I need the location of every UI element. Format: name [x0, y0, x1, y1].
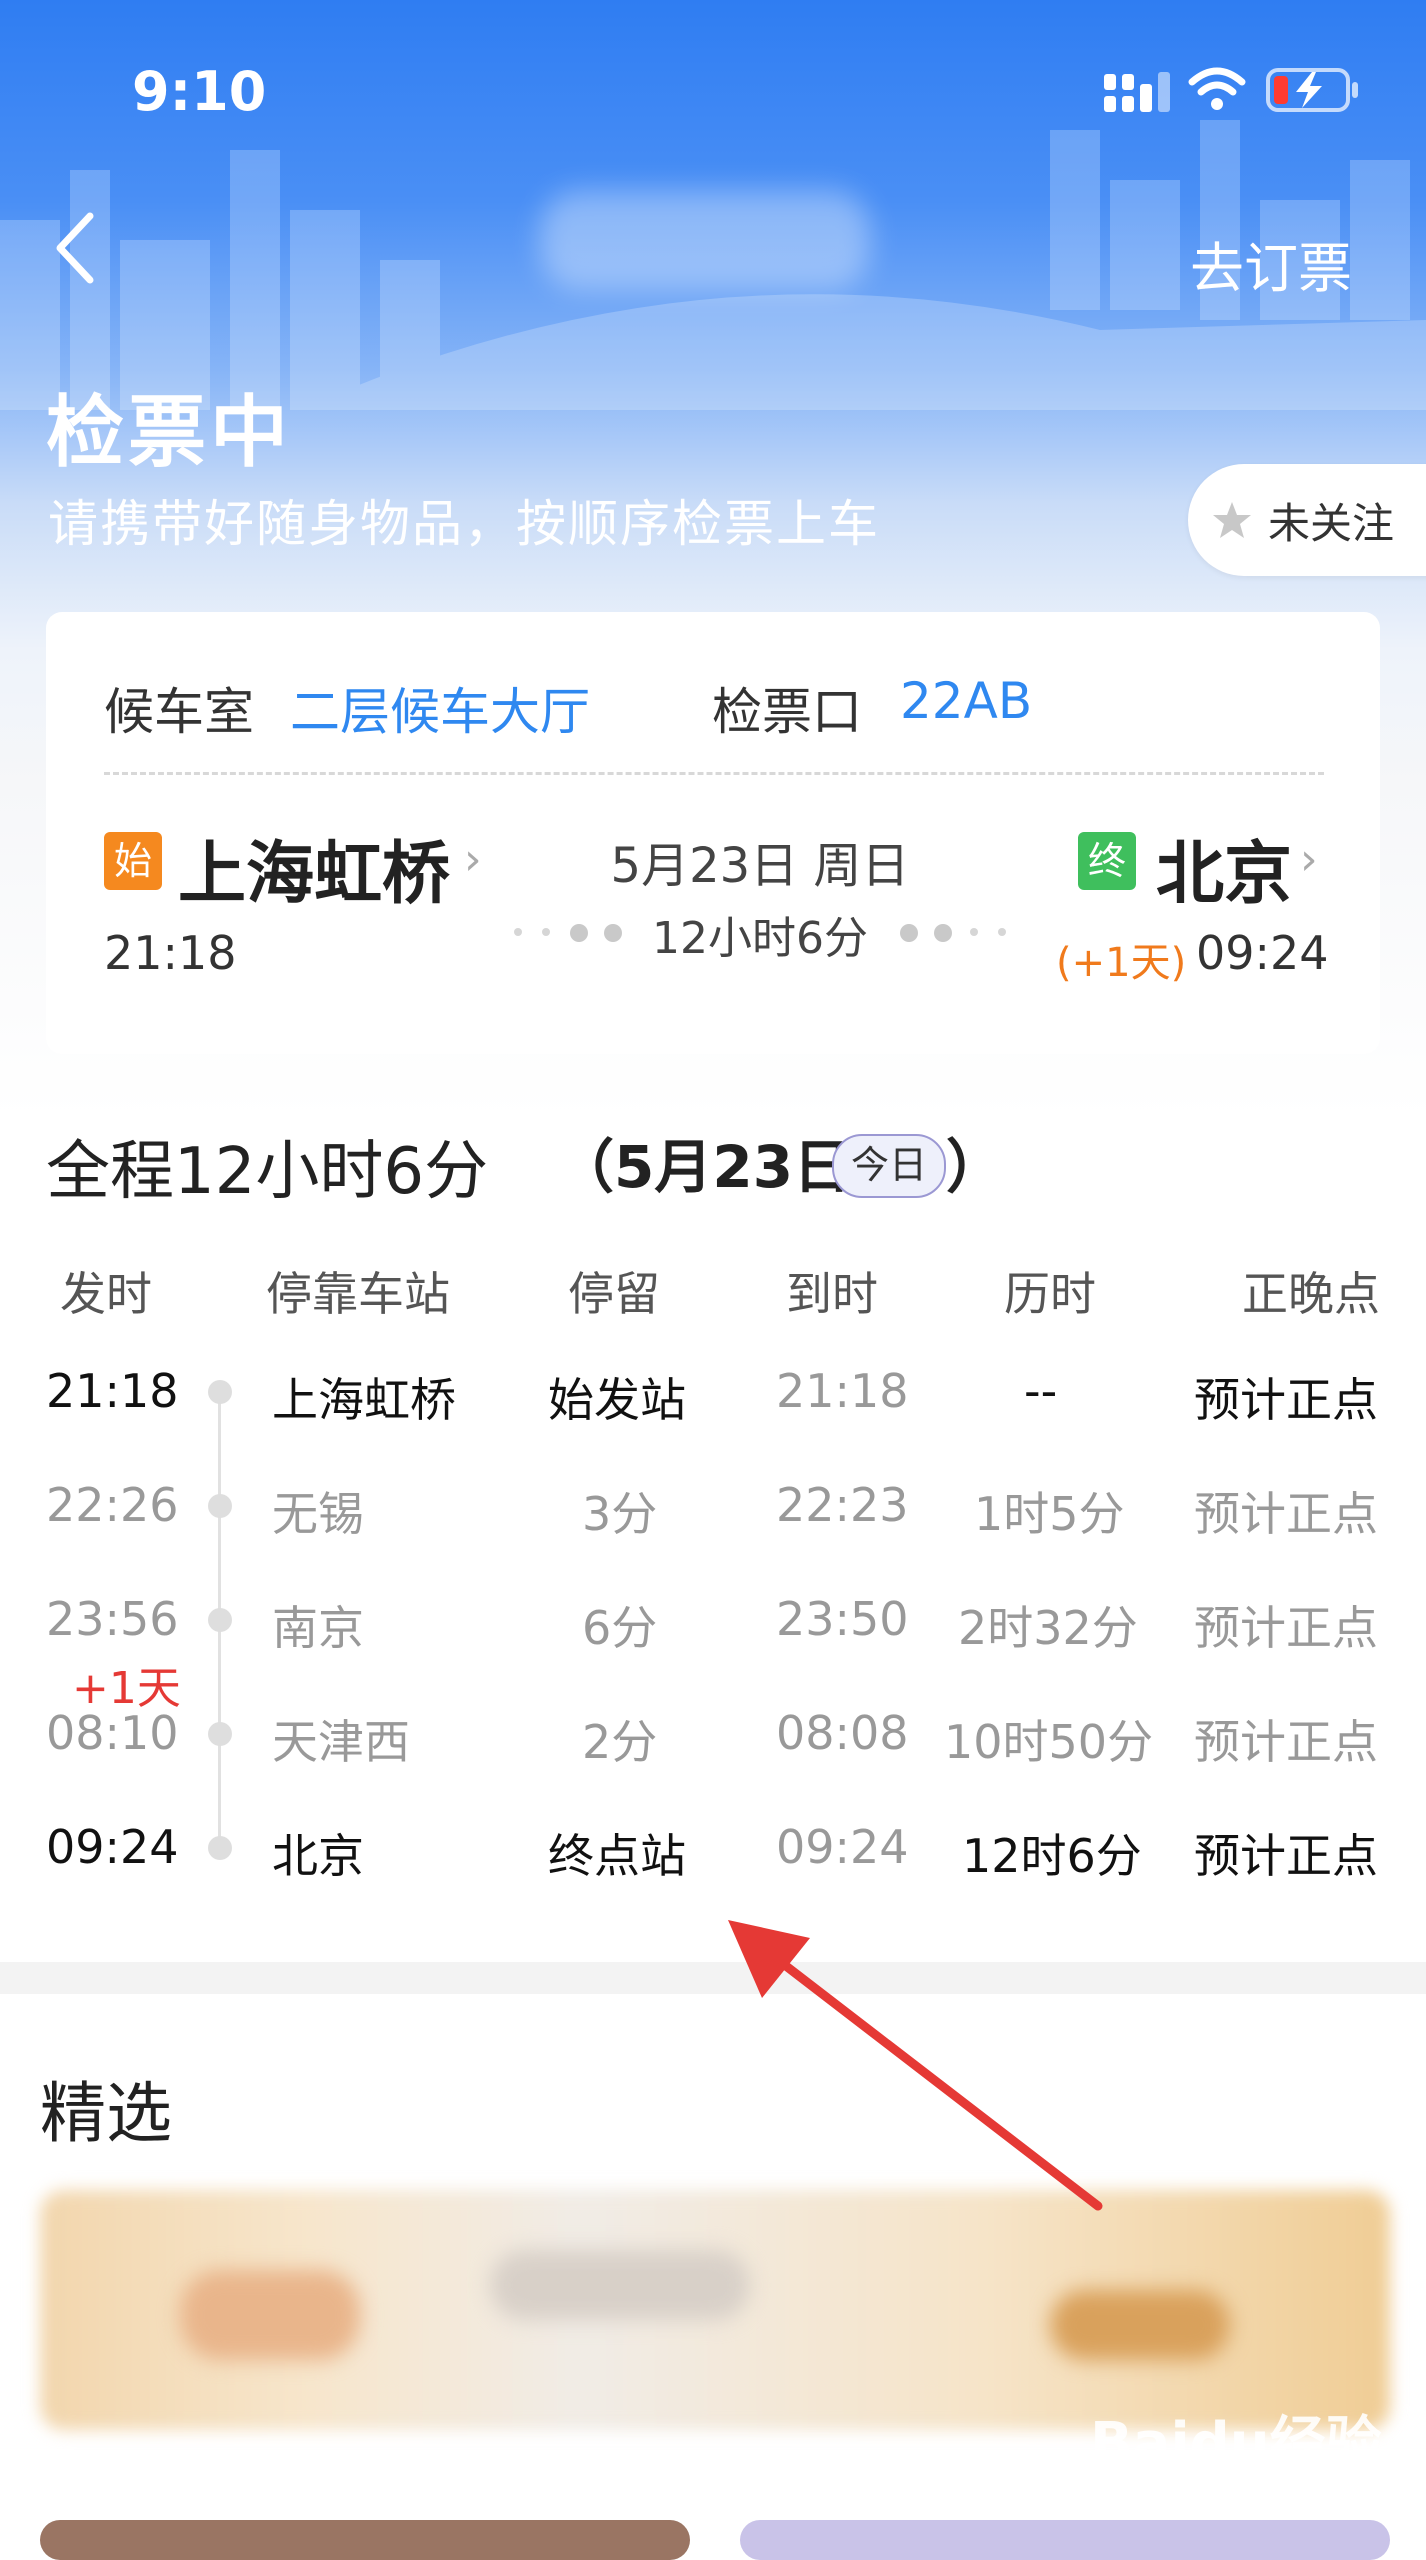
- row-punctuality: 预计正点: [1194, 1601, 1378, 1655]
- column-header-punctuality: 正晚点: [1242, 1267, 1380, 1321]
- column-header-station: 停靠车站: [266, 1267, 450, 1321]
- baidu-jingyan-watermark: Baidu经验: [1090, 2411, 1382, 2476]
- row-station-name: 上海虹桥: [272, 1373, 456, 1427]
- route-dot: [900, 924, 918, 942]
- row-arrival-time: 09:24: [776, 1820, 909, 1874]
- row-arrival-time: 23:50: [776, 1592, 909, 1646]
- row-elapsed: 12时6分: [962, 1829, 1142, 1883]
- waiting-room-value: 二层候车大厅: [290, 683, 590, 741]
- timetable-date: （5月23日: [556, 1133, 852, 1201]
- row-stop-duration: 3分: [582, 1487, 658, 1541]
- route-dot: [934, 924, 952, 942]
- column-header-elapsed: 历时: [1004, 1267, 1096, 1321]
- route-dot: [970, 928, 978, 936]
- column-header-arrival: 到时: [786, 1267, 878, 1321]
- chevron-right-icon[interactable]: ›: [464, 834, 482, 885]
- wifi-icon: [1188, 67, 1246, 110]
- follow-label: 未关注: [1268, 498, 1395, 548]
- station-dot: [208, 1722, 232, 1746]
- row-punctuality: 预计正点: [1194, 1373, 1378, 1427]
- next-day-indicator: (+1天): [1056, 940, 1187, 986]
- station-dot: [208, 1494, 232, 1518]
- waiting-room-label: 候车室: [104, 683, 254, 741]
- route-dot: [570, 924, 588, 942]
- travel-date: 5月23日 周日: [610, 838, 910, 894]
- row-departure-time: 22:26: [46, 1478, 179, 1532]
- row-stop-duration: 2分: [582, 1715, 658, 1769]
- feed-card-left[interactable]: [40, 2520, 690, 2560]
- row-departure-time: 09:24: [46, 1820, 179, 1874]
- back-chevron-icon[interactable]: [50, 210, 100, 286]
- route-dot: [542, 928, 550, 936]
- row-arrival-time: 08:08: [776, 1706, 909, 1760]
- row-station-name: 南京: [272, 1601, 364, 1655]
- book-ticket-button[interactable]: 去订票: [1190, 224, 1352, 303]
- row-punctuality: 预计正点: [1194, 1829, 1378, 1883]
- row-elapsed: 2时32分: [958, 1601, 1138, 1655]
- promo-image-blurred: [180, 2270, 360, 2360]
- row-departure-time: 21:18: [46, 1364, 179, 1418]
- from-station-name[interactable]: 上海虹桥: [178, 818, 450, 917]
- promo-text-blurred: [490, 2250, 750, 2320]
- row-elapsed: 10时50分: [944, 1715, 1154, 1769]
- watermark-url: jingyan.baidu.com: [1098, 2478, 1338, 2508]
- ticket-gate-label: 检票口: [712, 683, 862, 741]
- row-elapsed: 1时5分: [974, 1487, 1125, 1541]
- check-in-status-title: 检票中: [46, 388, 293, 478]
- column-header-stop: 停留: [568, 1267, 660, 1321]
- red-annotation-arrow: [728, 1920, 1103, 2211]
- page-title-blurred: [540, 190, 870, 290]
- station-dot: [208, 1836, 232, 1860]
- row-stop-duration: 终点站: [548, 1829, 686, 1883]
- chevron-right-icon[interactable]: ›: [1300, 834, 1318, 885]
- column-header-departure: 发时: [60, 1267, 152, 1321]
- follow-button[interactable]: 未关注: [1188, 464, 1426, 576]
- row-arrival-time: 21:18: [776, 1364, 909, 1418]
- ticket-gate-value: 22AB: [900, 672, 1033, 730]
- star-icon: [1213, 502, 1251, 538]
- end-station-badge: 终: [1078, 832, 1136, 890]
- card-divider: [104, 772, 1324, 775]
- route-dot: [514, 928, 522, 936]
- status-bar-time: 9:10: [132, 60, 267, 123]
- row-arrival-time: 22:23: [776, 1478, 909, 1532]
- start-station-badge: 始: [104, 832, 162, 890]
- arrival-time: 09:24: [1196, 926, 1329, 980]
- station-dot: [208, 1608, 232, 1632]
- row-punctuality: 预计正点: [1194, 1715, 1378, 1769]
- route-dot: [604, 924, 622, 942]
- row-station-name: 天津西: [272, 1715, 410, 1769]
- check-in-status-subtitle: 请携带好随身物品，按顺序检票上车: [48, 495, 880, 553]
- timetable-title: 全程12小时6分: [46, 1135, 489, 1209]
- battery-charging-icon: [1266, 68, 1358, 112]
- row-stop-duration: 始发站: [548, 1373, 686, 1427]
- row-departure-time: 08:10: [46, 1706, 179, 1760]
- row-punctuality: 预计正点: [1194, 1487, 1378, 1541]
- row-station-name: 无锡: [272, 1487, 364, 1541]
- row-elapsed: --: [1024, 1364, 1058, 1418]
- today-badge: 今日: [832, 1134, 946, 1198]
- departure-time: 21:18: [104, 926, 237, 980]
- timetable-date-close: ）: [946, 1133, 1005, 1201]
- cellular-signal-icon: [1104, 72, 1170, 112]
- row-departure-time: 23:56: [46, 1592, 179, 1646]
- to-station-name[interactable]: 北京: [1156, 818, 1292, 917]
- promo-button-blurred: [1050, 2290, 1230, 2360]
- row-stop-duration: 6分: [582, 1601, 658, 1655]
- feed-card-right[interactable]: [740, 2520, 1390, 2560]
- row-station-name: 北京: [272, 1829, 364, 1883]
- station-dot: [208, 1380, 232, 1404]
- featured-section-title: 精选: [40, 2075, 172, 2152]
- route-dot: [998, 928, 1006, 936]
